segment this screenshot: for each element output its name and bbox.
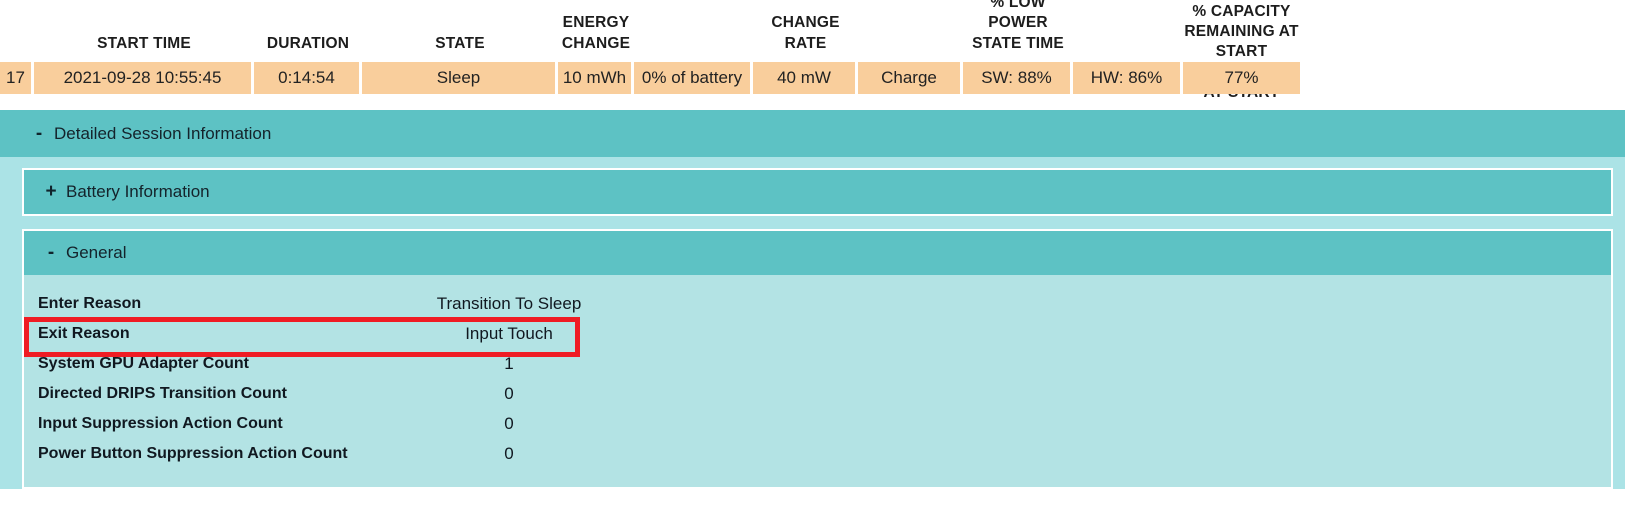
detailed-session-body: + Battery Information - General Enter Re… <box>10 157 1613 489</box>
column-header-line: CHANGE RATE <box>771 14 840 52</box>
cell-capacity: 77% <box>1183 62 1300 94</box>
detail-row: Enter Reason Transition To Sleep <box>24 289 1611 319</box>
column-header-energy_change: ENERGY CHANGE <box>558 13 634 56</box>
column-header-change_rate: CHANGE RATE <box>753 13 858 56</box>
session-summary-table: START TIME DURATION STATE ENERGY CHANGE CHAN… <box>0 0 1340 101</box>
column-header-index <box>0 54 34 56</box>
detail-row-value: 0 <box>504 414 514 433</box>
detail-row-key: Power Button Suppression Action Count <box>38 445 348 462</box>
detail-row-value: Transition To Sleep <box>436 294 582 313</box>
column-header-charge <box>858 54 963 56</box>
detail-row: Directed DRIPS Transition Count 0 <box>24 379 1611 409</box>
detailed-session-header[interactable]: - Detailed Session Information <box>0 110 1625 157</box>
expand-toggle-icon[interactable]: + <box>38 181 64 203</box>
collapse-toggle-icon[interactable]: - <box>26 123 52 145</box>
cell-change_rate: 40 mW <box>753 62 858 94</box>
detail-row-highlighted: Exit Reason Input Touch <box>24 317 1611 357</box>
column-header-line: START TIME <box>97 34 191 52</box>
cell-lps_hw: HW: 86% <box>1073 62 1183 94</box>
cell-index: 17 <box>0 62 34 94</box>
cell-duration: 0:14:54 <box>254 62 362 94</box>
detail-row-value: 0 <box>504 384 514 403</box>
detail-row-value: 1 <box>504 354 514 373</box>
cell-start_time: 2021-09-28 10:55:45 <box>34 62 254 94</box>
detail-row-key: Enter Reason <box>38 295 142 312</box>
detail-row: Power Button Suppression Action Count 0 <box>24 439 1611 469</box>
cell-charge: Charge <box>858 62 963 94</box>
battery-information-header[interactable]: + Battery Information <box>24 170 1611 214</box>
column-header-energy_pct <box>634 54 753 56</box>
cell-state: Sleep <box>362 62 558 94</box>
detail-row-key: Input Suppression Action Count <box>38 415 283 432</box>
column-header-line: ENERGY CHANGE <box>561 14 631 52</box>
column-header-line: % LOW POWER STATE TIME <box>972 0 1064 52</box>
detail-row-key: Exit Reason <box>38 325 130 342</box>
table-row[interactable]: 17 2021-09-28 10:55:45 0:14:54 Sleep 10 mWh 0… <box>0 62 1340 94</box>
detailed-session-title: Detailed Session Information <box>54 123 272 143</box>
general-detail-list: Enter Reason Transition To Sleep Exit Reas… <box>22 275 1613 489</box>
detail-row: System GPU Adapter Count 1 <box>24 349 1611 379</box>
battery-information-panel: + Battery Information <box>22 168 1613 216</box>
detail-row-value: Input Touch <box>465 324 553 343</box>
column-header-duration: DURATION <box>254 34 362 56</box>
collapse-toggle-icon[interactable]: - <box>38 242 64 264</box>
general-title: General <box>66 243 127 262</box>
battery-information-title: Battery Information <box>66 182 210 201</box>
detail-row: Input Suppression Action Count 0 <box>24 409 1611 439</box>
cell-lps_sw: SW: 88% <box>963 62 1073 94</box>
column-header-lps_sw: % LOW POWER STATE TIME <box>963 0 1073 56</box>
detailed-session-region: - Detailed Session Information + Battery… <box>0 110 1625 522</box>
column-header-line: DURATION <box>266 34 350 52</box>
cell-energy_change: 10 mWh <box>558 62 634 94</box>
column-header-state: STATE <box>362 34 558 56</box>
general-header[interactable]: - General <box>24 231 1611 275</box>
panel-spacer <box>22 216 1609 229</box>
cell-energy_pct: 0% of battery <box>634 62 753 94</box>
detail-row-value: 0 <box>504 444 514 463</box>
detail-row-key: Directed DRIPS Transition Count <box>38 385 287 402</box>
detailed-session-panel: - Detailed Session Information + Battery… <box>0 110 1625 489</box>
column-header-lps_hw <box>1073 54 1183 56</box>
column-header-start_time: START TIME <box>34 34 254 56</box>
column-header-line: STATE <box>435 34 485 52</box>
detail-row-key: System GPU Adapter Count <box>38 355 249 372</box>
table-header-row: START TIME DURATION STATE ENERGY CHANGE CHAN… <box>0 0 1340 101</box>
general-panel-header-wrap: - General <box>22 229 1613 275</box>
column-header-line: % CAPACITY REMAINING AT START <box>1184 3 1299 61</box>
